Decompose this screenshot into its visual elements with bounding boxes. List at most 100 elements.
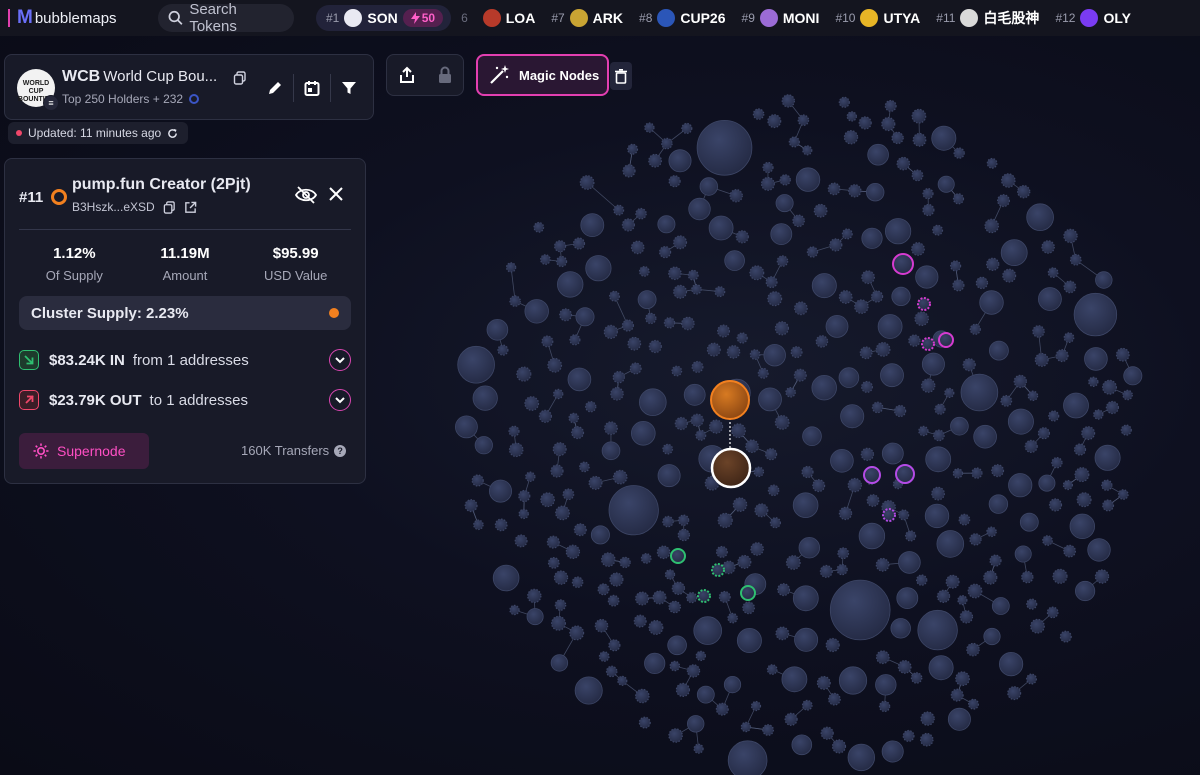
- holder-bubble[interactable]: [1069, 513, 1096, 540]
- holder-bubble[interactable]: [633, 614, 647, 628]
- holder-bubble[interactable]: [912, 132, 927, 147]
- holder-bubble[interactable]: [765, 276, 778, 289]
- holder-bubble[interactable]: [541, 335, 554, 348]
- holder-bubble[interactable]: [726, 345, 741, 359]
- holder-bubble[interactable]: [518, 489, 531, 503]
- holder-bubble[interactable]: [753, 466, 765, 478]
- holder-bubble[interactable]: [828, 692, 841, 706]
- holder-bubble[interactable]: [664, 569, 676, 580]
- holder-bubble[interactable]: [802, 426, 822, 447]
- trending-token-utya[interactable]: #10 UTYA: [835, 9, 920, 27]
- holder-bubble[interactable]: [881, 116, 896, 132]
- holder-bubble[interactable]: [696, 685, 715, 704]
- holder-bubble[interactable]: [635, 591, 650, 606]
- holder-bubble[interactable]: [792, 214, 805, 228]
- holder-bubble[interactable]: [893, 404, 907, 418]
- holder-bubble[interactable]: [524, 396, 540, 411]
- holder-bubble[interactable]: [607, 594, 620, 607]
- holder-bubble[interactable]: [860, 447, 875, 461]
- holder-bubble[interactable]: [1042, 535, 1053, 546]
- holder-bubble[interactable]: [681, 122, 693, 134]
- holder-bubble[interactable]: [588, 475, 603, 490]
- holder-bubble[interactable]: [991, 597, 1010, 615]
- magic-nodes-button[interactable]: Magic Nodes: [476, 54, 609, 96]
- holder-bubble[interactable]: [552, 442, 567, 457]
- holder-bubble[interactable]: [838, 367, 860, 388]
- holder-bubble[interactable]: [914, 311, 929, 326]
- holder-bubble[interactable]: [764, 448, 778, 461]
- holder-bubble[interactable]: [958, 513, 971, 526]
- updated-badge[interactable]: Updated: 11 minutes ago: [8, 122, 189, 144]
- holder-bubble[interactable]: [967, 698, 979, 710]
- holder-bubble[interactable]: [571, 426, 585, 440]
- holder-bubble[interactable]: [1117, 489, 1129, 500]
- holder-bubble[interactable]: [553, 240, 567, 253]
- holder-bubble[interactable]: [668, 600, 681, 614]
- holder-bubble[interactable]: [724, 250, 745, 271]
- trending-token-cup26[interactable]: #8 CUP26: [639, 9, 726, 27]
- holder-bubble[interactable]: [673, 235, 688, 250]
- holder-bubble[interactable]: [806, 246, 819, 258]
- holder-bubble[interactable]: [898, 509, 910, 521]
- holder-bubble[interactable]: [554, 599, 567, 611]
- holder-bubble[interactable]: [875, 342, 891, 357]
- holder-bubble[interactable]: [525, 471, 536, 482]
- holder-bubble[interactable]: [813, 203, 828, 218]
- holder-bubble[interactable]: [661, 137, 673, 150]
- cluster-bubble[interactable]: [697, 589, 711, 603]
- holder-bubble[interactable]: [677, 514, 690, 526]
- holder-bubble[interactable]: [871, 401, 884, 414]
- holder-bubble[interactable]: [1032, 325, 1045, 338]
- holder-bubble[interactable]: [1074, 467, 1090, 483]
- edit-button[interactable]: [257, 71, 293, 105]
- holder-bubble[interactable]: [811, 273, 837, 299]
- holder-bubble[interactable]: [911, 169, 924, 182]
- holder-bubble[interactable]: [829, 579, 891, 641]
- holder-bubble[interactable]: [645, 312, 657, 325]
- holder-bubble[interactable]: [1024, 439, 1038, 453]
- holder-bubble[interactable]: [473, 519, 484, 531]
- holder-bubble[interactable]: [819, 564, 833, 578]
- holder-bubble[interactable]: [918, 425, 929, 437]
- holder-bubble[interactable]: [736, 628, 762, 654]
- holder-bubble[interactable]: [693, 743, 704, 754]
- holder-bubble[interactable]: [875, 557, 890, 572]
- holder-bubble[interactable]: [553, 388, 564, 400]
- holder-bubble[interactable]: [546, 535, 560, 549]
- holder-bubble[interactable]: [950, 416, 969, 436]
- holder-bubble[interactable]: [767, 114, 782, 129]
- holder-bubble[interactable]: [1088, 376, 1099, 387]
- holder-bubble[interactable]: [831, 739, 847, 754]
- holder-bubble[interactable]: [825, 314, 849, 338]
- holder-bubble[interactable]: [902, 729, 915, 742]
- holder-bubble[interactable]: [750, 542, 764, 556]
- holder-bubble[interactable]: [715, 545, 728, 558]
- holder-bubble[interactable]: [795, 167, 821, 192]
- holder-bubble[interactable]: [557, 271, 584, 298]
- holder-bubble[interactable]: [749, 265, 765, 281]
- holder-bubble[interactable]: [732, 497, 748, 512]
- holder-bubble[interactable]: [967, 583, 983, 599]
- holder-bubble[interactable]: [706, 342, 721, 357]
- holder-bubble[interactable]: [983, 570, 998, 585]
- holder-bubble[interactable]: [952, 193, 965, 205]
- holder-bubble[interactable]: [605, 665, 618, 678]
- holder-bubble[interactable]: [687, 269, 699, 281]
- holder-bubble[interactable]: [1048, 410, 1060, 422]
- holder-bubble[interactable]: [671, 365, 683, 377]
- holder-bubble[interactable]: [767, 291, 783, 307]
- holder-bubble[interactable]: [947, 707, 971, 731]
- holder-bubble[interactable]: [1037, 427, 1051, 440]
- holder-bubble[interactable]: [896, 587, 919, 609]
- holder-bubble[interactable]: [749, 349, 761, 360]
- holder-bubble[interactable]: [573, 523, 587, 537]
- holder-bubble[interactable]: [474, 436, 493, 455]
- holder-bubble[interactable]: [996, 194, 1010, 208]
- holder-bubble[interactable]: [1048, 498, 1063, 512]
- holder-bubble[interactable]: [969, 533, 982, 546]
- holder-bubble[interactable]: [754, 503, 769, 518]
- holder-bubble[interactable]: [884, 99, 897, 112]
- holder-bubble[interactable]: [843, 129, 859, 145]
- holder-bubble[interactable]: [816, 675, 831, 690]
- holder-bubble[interactable]: [854, 299, 869, 314]
